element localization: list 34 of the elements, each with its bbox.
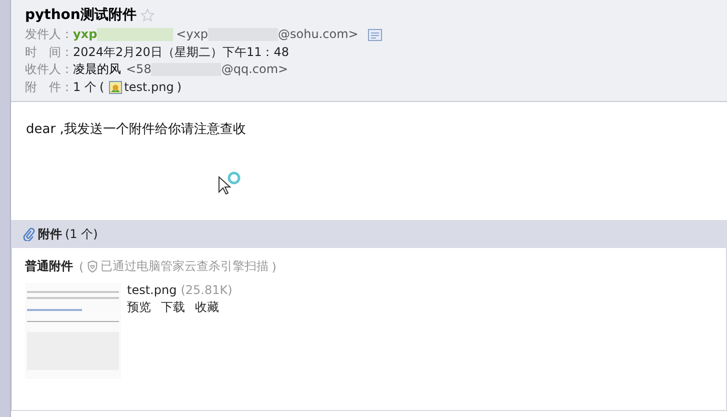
- contact-card-icon[interactable]: [368, 28, 382, 41]
- attachments-title: 附件: [38, 226, 62, 242]
- recipient-address: <58: [126, 61, 152, 78]
- recipient-name[interactable]: 凌晨的风: [73, 61, 121, 78]
- attachment-size: (25.81K): [180, 283, 232, 297]
- field-label: 发件人：: [25, 26, 73, 43]
- parenthesis: (: [79, 260, 84, 274]
- image-thumbnail[interactable]: [25, 283, 121, 379]
- parenthesis: (: [99, 78, 104, 96]
- field-label: 附 件：: [25, 78, 73, 96]
- sent-time: 2024年2月20日（星期二）下午11：48: [73, 44, 289, 60]
- shield-icon: [86, 260, 98, 273]
- attachment-count: 1 个: [73, 78, 96, 96]
- parenthesis: ): [176, 78, 182, 96]
- attachment-group-title: 普通附件: [25, 258, 73, 275]
- mail-body-text: dear ,我发送一个附件给你请注意查收: [26, 121, 247, 138]
- parenthesis: ): [272, 260, 276, 274]
- paperclip-icon: [23, 227, 35, 241]
- attachment-action-link[interactable]: 预览: [127, 299, 151, 316]
- star-icon[interactable]: [140, 8, 156, 22]
- field-label: 收件人：: [25, 61, 73, 78]
- attachments-count: (1 个): [65, 226, 98, 242]
- sender-address: <yxp: [176, 26, 208, 43]
- attachment-action-link[interactable]: 收藏: [195, 299, 219, 316]
- sender-address: @sohu.com>: [278, 26, 358, 43]
- field-label: 时 间：: [25, 44, 73, 60]
- attachment-action-link[interactable]: 下载: [161, 299, 185, 316]
- busy-cursor-icon: [217, 170, 243, 196]
- attachment-filename: test.png: [127, 283, 177, 297]
- scan-note: 已通过电脑管家云查杀引擎扫描: [100, 258, 269, 275]
- recipient-address: @qq.com>: [221, 61, 288, 78]
- mail-subject: python测试附件: [25, 6, 136, 24]
- attachment-link[interactable]: test.png: [124, 78, 174, 96]
- image-file-icon: [109, 80, 122, 94]
